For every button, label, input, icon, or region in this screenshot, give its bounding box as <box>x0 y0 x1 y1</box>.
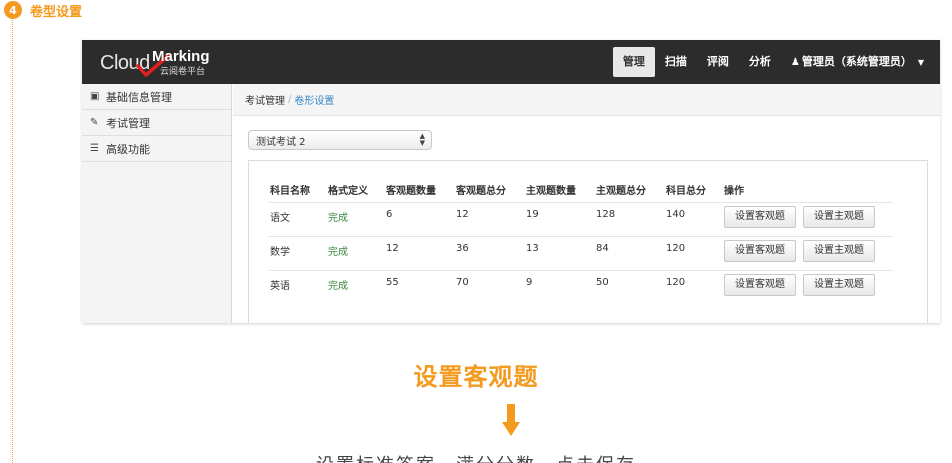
cell-format: 完成 <box>327 235 385 270</box>
set-subjective-button[interactable]: 设置主观题 <box>803 205 875 228</box>
step-number-badge: 4 <box>4 1 22 19</box>
breadcrumb-separator: / <box>288 94 292 105</box>
table-row: 语文 完成 6 12 19 128 140 设置客观题 设置主观题 <box>269 201 893 236</box>
select-arrows-icon: ▲ ▼ <box>419 132 425 147</box>
sidebar-item-advanced[interactable]: ☰ 高级功能 <box>82 136 231 162</box>
header-subject-total: 科目总分 <box>666 186 706 198</box>
cell-actions: 设置客观题 设置主观题 <box>723 201 893 236</box>
cell-objective-total: 70 <box>455 269 525 304</box>
set-objective-button[interactable]: 设置客观题 <box>724 205 796 228</box>
dotted-guide-line <box>12 20 13 463</box>
sidebar-item-exam-manage[interactable]: ✎ 考试管理 <box>82 110 231 136</box>
arrow-down-icon <box>502 404 520 436</box>
cell-subject: 英语 <box>269 269 327 304</box>
nav-menu: 管理 扫描 评阅 分析 ♟ 管理员（系统管理员） ▼ <box>612 47 934 77</box>
app-window: Cloud Marking 云阅卷平台 管理 扫描 评阅 分析 ♟ 管理员（系统管… <box>82 40 940 323</box>
user-label: 管理员（系统管理员） <box>801 55 912 68</box>
cell-subjective-count: 19 <box>525 201 595 236</box>
cell-subjective-count: 13 <box>525 235 595 270</box>
cell-subject-total: 120 <box>665 235 723 270</box>
cell-format: 完成 <box>327 269 385 304</box>
step-header: 4 卷型设置 <box>4 1 83 20</box>
chevron-down-icon: ▼ <box>917 58 924 67</box>
brand-subtitle: 云阅卷平台 <box>160 67 206 77</box>
exam-select[interactable]: 测试考试 2 ▲ ▼ <box>248 130 432 150</box>
set-objective-button[interactable]: 设置客观题 <box>724 239 796 262</box>
top-navbar: Cloud Marking 云阅卷平台 管理 扫描 评阅 分析 ♟ 管理员（系统管… <box>82 40 940 84</box>
cell-subject: 数学 <box>269 235 327 270</box>
subjects-panel: 科目名称 格式定义 客观题数量 客观题总分 主观题数量 主观题总分 科目总分 操… <box>248 160 928 323</box>
brand-marking-text: Marking <box>152 48 210 65</box>
table-header-row: 科目名称 格式定义 客观题数量 客观题总分 主观题数量 主观题总分 科目总分 操… <box>269 178 893 202</box>
nav-item-scan[interactable]: 扫描 <box>655 47 697 77</box>
sidebar-item-label: 基础信息管理 <box>106 90 172 104</box>
step-title: 卷型设置 <box>30 4 83 20</box>
sidebar-item-label: 考试管理 <box>106 116 150 130</box>
breadcrumb-current[interactable]: 卷形设置 <box>294 92 334 107</box>
cell-objective-count: 6 <box>385 201 455 236</box>
cell-subjective-total: 50 <box>595 269 665 304</box>
set-subjective-button[interactable]: 设置主观题 <box>803 273 875 296</box>
sidebar-item-basic-info[interactable]: ▣ 基础信息管理 <box>82 84 231 110</box>
header-subjective-total: 主观题总分 <box>596 186 646 198</box>
cell-objective-total: 12 <box>455 201 525 236</box>
main-content: 考试管理 / 卷形设置 测试考试 2 ▲ ▼ 科目名称 格式定义 客观题数量 客观… <box>233 84 940 323</box>
header-objective-count: 客观题数量 <box>386 186 436 198</box>
cell-subjective-total: 128 <box>595 201 665 236</box>
step-caption: 设置客观题 <box>413 363 539 391</box>
nav-item-analysis[interactable]: 分析 <box>739 47 781 77</box>
sitemap-icon: ▣ <box>90 91 100 102</box>
set-subjective-button[interactable]: 设置主观题 <box>803 239 875 262</box>
table-row: 英语 完成 55 70 9 50 120 设置客观题 设置主观题 <box>269 269 893 304</box>
header-subject: 科目名称 <box>270 186 310 198</box>
cell-objective-total: 36 <box>455 235 525 270</box>
cell-subject-total: 140 <box>665 201 723 236</box>
header-subjective-count: 主观题数量 <box>526 186 576 198</box>
exam-select-value: 测试考试 2 <box>256 136 306 148</box>
step-subcaption: 设置标准答案、满分分数，点击保存 <box>0 451 952 463</box>
header-actions: 操作 <box>724 186 744 198</box>
header-objective-total: 客观题总分 <box>456 186 506 198</box>
cell-objective-count: 12 <box>385 235 455 270</box>
nav-item-manage[interactable]: 管理 <box>612 47 655 77</box>
cell-subject-total: 120 <box>665 269 723 304</box>
cell-objective-count: 55 <box>385 269 455 304</box>
header-format: 格式定义 <box>328 186 368 198</box>
list-icon: ☰ <box>90 143 99 154</box>
table-row: 数学 完成 12 36 13 84 120 设置客观题 设置主观题 <box>269 235 893 270</box>
cell-actions: 设置客观题 设置主观题 <box>723 235 893 270</box>
sidebar-item-label: 高级功能 <box>106 142 150 156</box>
user-menu[interactable]: ♟ 管理员（系统管理员） ▼ <box>781 47 934 77</box>
breadcrumb: 考试管理 / 卷形设置 <box>233 84 940 116</box>
cell-format: 完成 <box>327 201 385 236</box>
set-objective-button[interactable]: 设置客观题 <box>724 273 796 296</box>
edit-icon: ✎ <box>90 117 99 128</box>
cell-subjective-total: 84 <box>595 235 665 270</box>
cell-subjective-count: 9 <box>525 269 595 304</box>
cell-subject: 语文 <box>269 201 327 236</box>
sidebar: ▣ 基础信息管理 ✎ 考试管理 ☰ 高级功能 <box>82 84 232 323</box>
nav-item-review[interactable]: 评阅 <box>697 47 739 77</box>
cell-actions: 设置客观题 设置主观题 <box>723 269 893 304</box>
breadcrumb-home[interactable]: 考试管理 <box>245 92 285 107</box>
user-icon: ♟ <box>790 57 800 68</box>
subjects-table: 科目名称 格式定义 客观题数量 客观题总分 主观题数量 主观题总分 科目总分 操… <box>269 178 893 304</box>
